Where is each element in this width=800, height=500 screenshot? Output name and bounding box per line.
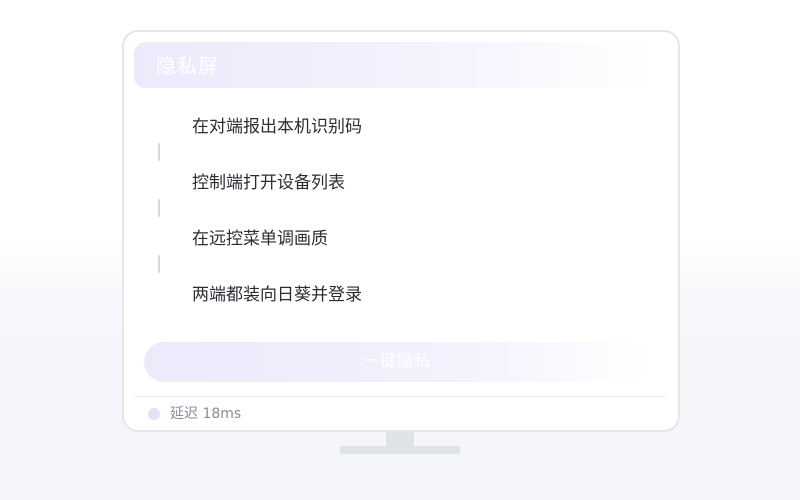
privacy-button-label: 一键隐私 (362, 353, 431, 370)
step-item: 两端都装向日葵并登录 (192, 285, 362, 305)
timeline-connector (158, 199, 160, 217)
latency-status: 延迟 18ms (170, 406, 242, 422)
timeline-connector (158, 255, 160, 273)
footer-divider (134, 396, 666, 397)
step-item: 在对端报出本机识别码 (192, 117, 362, 137)
monitor-stand-base (340, 446, 460, 454)
step-item: 在远控菜单调画质 (192, 229, 328, 249)
step-item: 控制端打开设备列表 (192, 173, 345, 193)
monitor-stand-neck (386, 432, 414, 446)
privacy-button[interactable]: 一键隐私 (144, 342, 650, 382)
monitor-frame: 隐私屏 在对端报出本机识别码 控制端打开设备列表 在远控菜单调画质 两端都装向日… (122, 30, 680, 432)
timeline-connector (158, 143, 160, 161)
status-dot-icon (148, 408, 160, 420)
step-list: 在对端报出本机识别码 控制端打开设备列表 在远控菜单调画质 两端都装向日葵并登录 (124, 32, 678, 332)
